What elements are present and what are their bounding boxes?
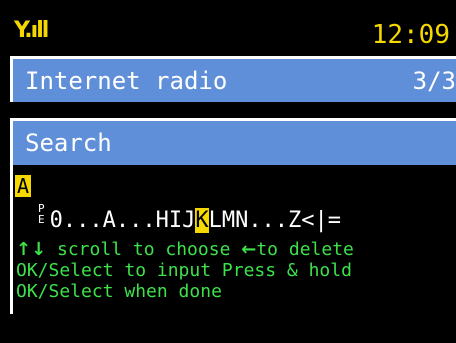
chars-before: 0...A...HIJ — [49, 208, 196, 233]
help-text: ↑↓ scroll to choose ←to delete OK/Select… — [16, 239, 354, 302]
help-line-2: OK/Select to input Press & hold — [16, 260, 352, 281]
character-selector[interactable]: P E 0...A...HIJKLMN...Z<|= — [38, 203, 341, 235]
selected-character[interactable]: K — [195, 208, 209, 233]
help-line-1: scroll to choose — [46, 239, 242, 260]
page-indicator: 3/3 — [412, 67, 456, 95]
left-arrow-icon: ← — [241, 239, 257, 260]
clock: 12:09 — [371, 20, 450, 50]
pe-icon: PE — [38, 202, 45, 226]
up-down-arrow-icon: ↑↓ — [16, 239, 47, 260]
help-line-1-end: to delete — [256, 239, 354, 260]
chars-after: LMN...Z<|= — [208, 208, 342, 233]
page-title: Internet radio — [25, 67, 228, 95]
status-bar: Y.ıll 12:09 — [0, 0, 456, 52]
search-title: Search — [25, 129, 112, 157]
help-line-3: OK/Select when done — [16, 281, 222, 302]
search-header: Search — [13, 121, 456, 165]
search-input[interactable]: A — [15, 175, 32, 197]
search-panel: Search A P E 0...A...HIJKLMN...Z<|= ↑↓ scr… — [10, 118, 456, 314]
title-bar: Internet radio 3/3 — [10, 56, 456, 102]
signal-strength-icon: Y.ıll — [14, 18, 49, 43]
